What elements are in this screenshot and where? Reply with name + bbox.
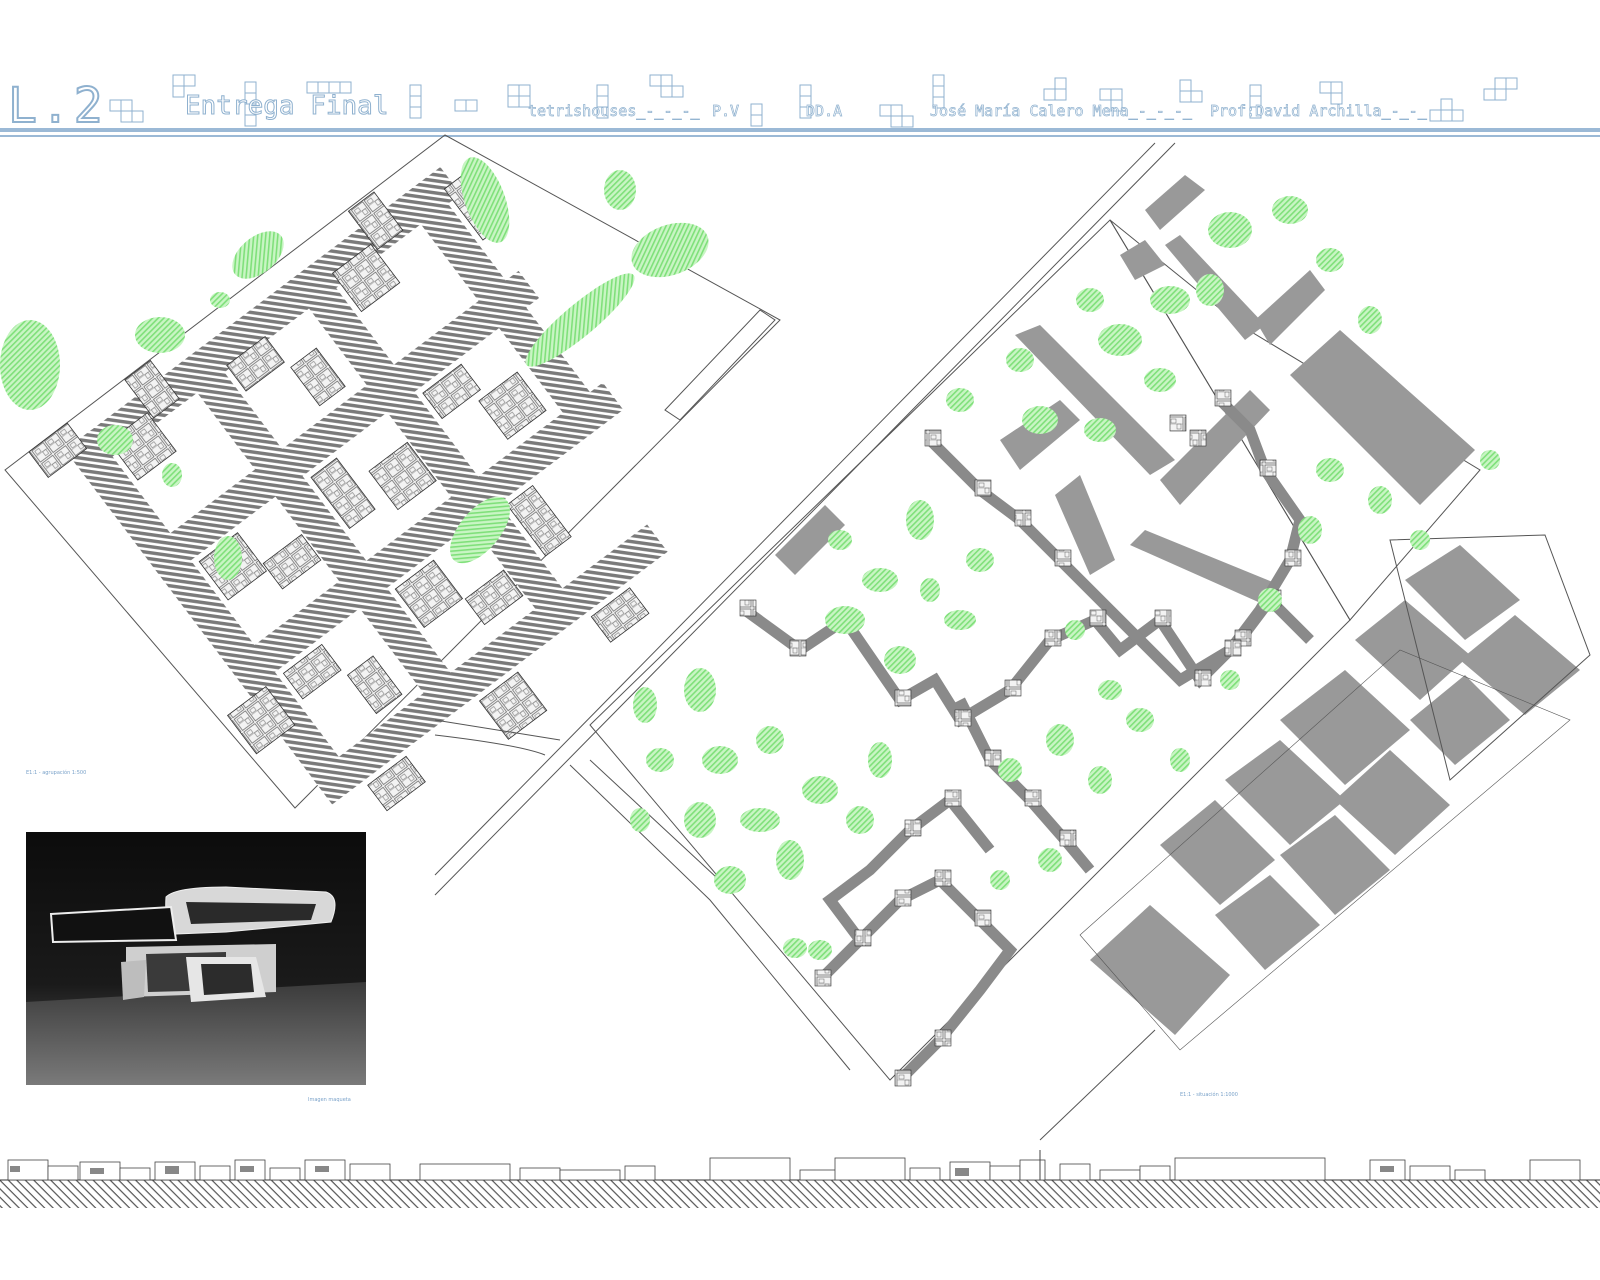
caption-housing-plan: E1:1 - agrupación 1:500	[26, 770, 87, 776]
street-elevation	[0, 1150, 1600, 1208]
caption-site-plan: E1:1 - situación 1:1000	[1180, 1092, 1238, 1098]
site-plan	[589, 175, 1591, 1087]
caption-photo: Imagen maqueta	[308, 1097, 351, 1103]
model-photo	[26, 832, 366, 1085]
drawing-canvas	[0, 134, 1600, 1208]
